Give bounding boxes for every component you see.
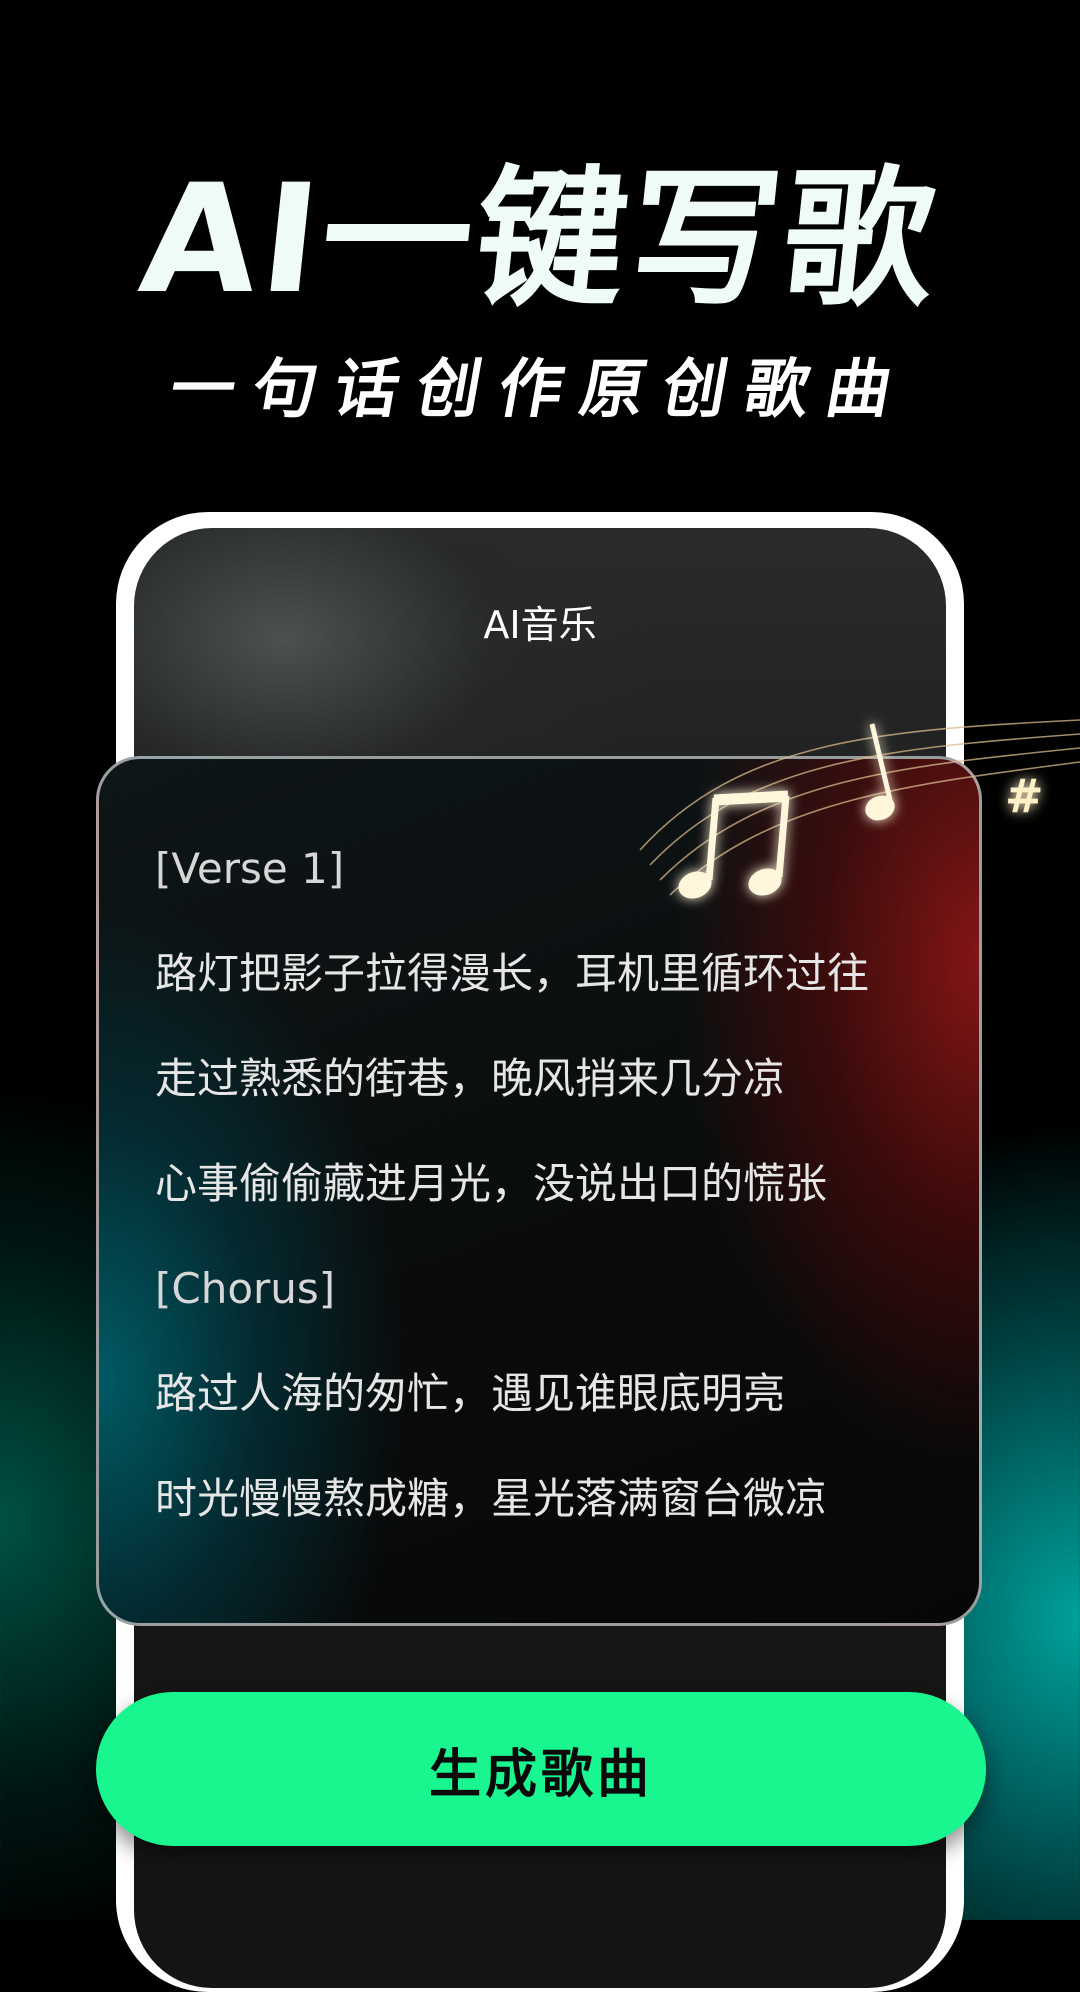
lyric-line: 时光慢慢熬成糖，星光落满窗台微凉: [155, 1474, 828, 1523]
sharp-symbol-icon: #: [1005, 769, 1044, 823]
music-notes-decoration: #: [639, 719, 1080, 899]
hero-title: AI一键写歌: [132, 153, 948, 327]
lyric-line: 心事偷偷藏进月光，没说出口的慌张: [155, 1159, 828, 1208]
lyric-section-chorus: [Chorus]: [155, 1264, 336, 1313]
generate-song-button[interactable]: 生成歌曲: [96, 1692, 986, 1846]
app-title: AI音乐: [483, 603, 597, 647]
hero-subtitle: 一句话创作原创歌曲: [164, 353, 916, 427]
lyric-line: 路灯把影子拉得漫长，耳机里循环过往: [155, 949, 870, 998]
lyric-line: 走过熟悉的街巷，晚风捎来几分凉: [155, 1054, 786, 1103]
lyric-line: 路过人海的匆忙，遇见谁眼底明亮: [155, 1369, 786, 1418]
